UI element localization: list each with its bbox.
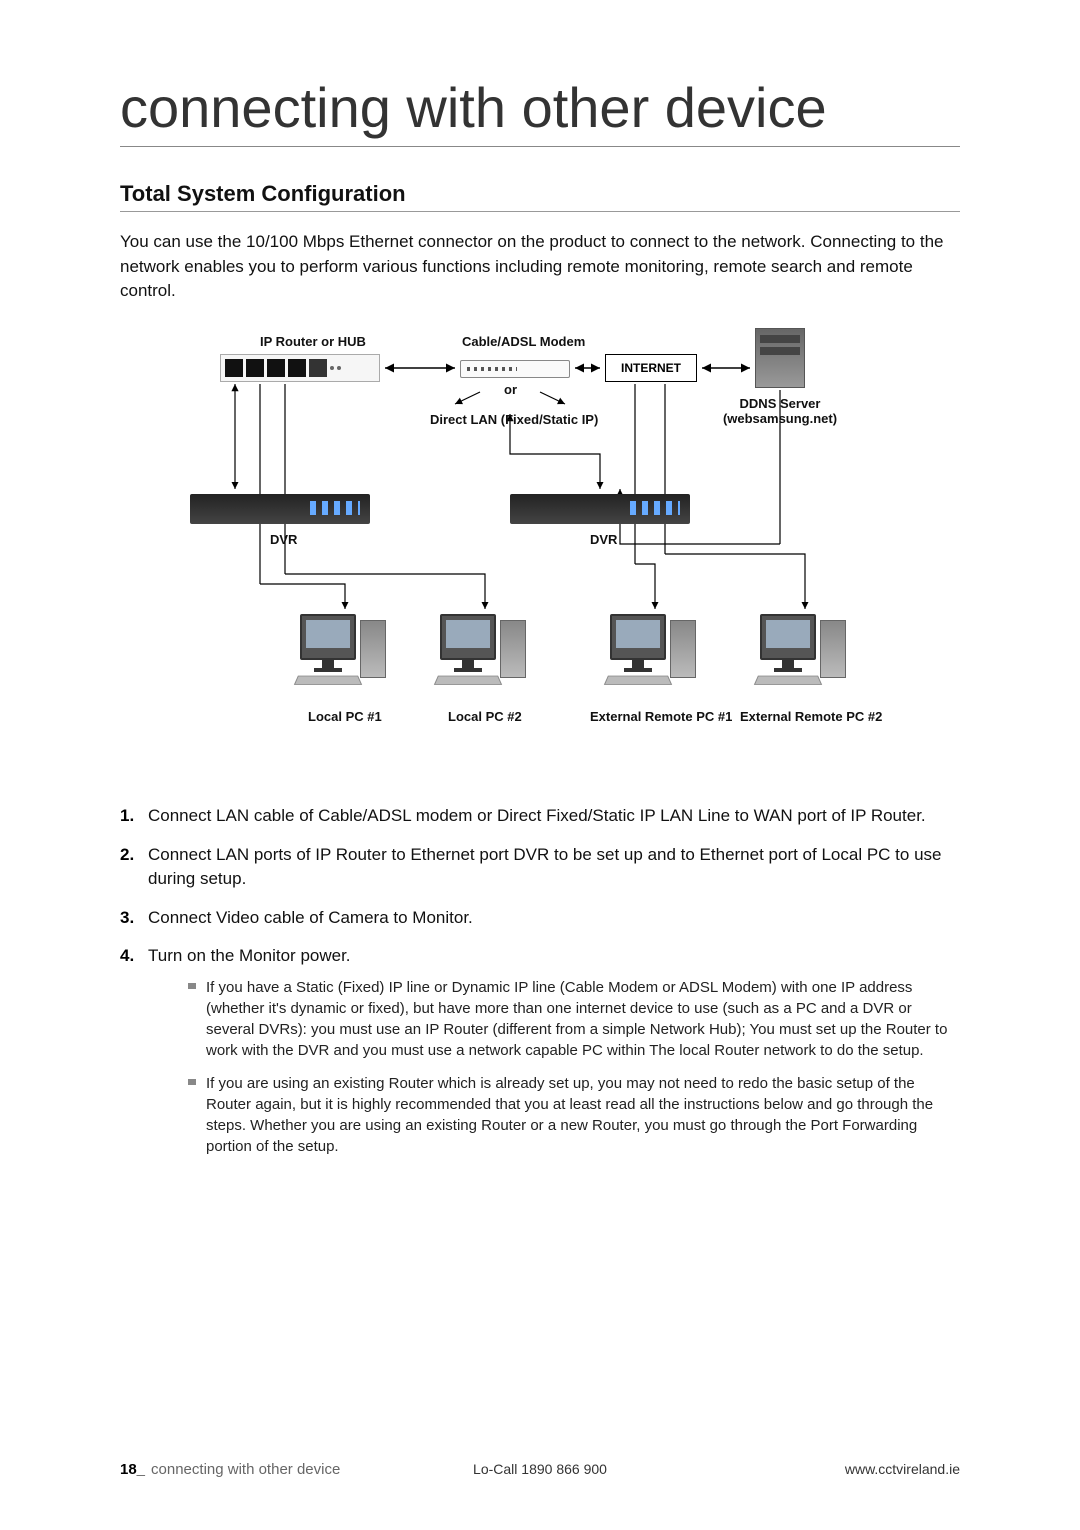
router-label: IP Router or HUB xyxy=(260,334,366,349)
step-1: Connect LAN cable of Cable/ADSL modem or… xyxy=(120,804,960,829)
pc2-label: Local PC #2 xyxy=(448,709,522,724)
modem-icon xyxy=(460,360,570,378)
ddns-label-1: DDNS Server xyxy=(740,396,821,411)
dvr-icon-1 xyxy=(190,494,370,524)
network-diagram: IP Router or HUB Cable/ADSL Modem INTERN… xyxy=(180,334,900,764)
local-pc-1-icon xyxy=(300,614,390,694)
dvr-label-1: DVR xyxy=(270,532,297,547)
footer-phone: Lo-Call 1890 866 900 xyxy=(473,1461,607,1477)
step-2: Connect LAN ports of IP Router to Ethern… xyxy=(120,843,960,892)
steps-list: Connect LAN cable of Cable/ADSL modem or… xyxy=(120,804,960,1157)
local-pc-2-icon xyxy=(440,614,530,694)
direct-lan-label: Direct LAN (Fixed/Static IP) xyxy=(430,412,598,427)
dvr-label-2: DVR xyxy=(590,532,617,547)
footer-title: connecting with other device xyxy=(151,1461,340,1478)
remote-pc-2-icon xyxy=(760,614,850,694)
note-1: If you have a Static (Fixed) IP line or … xyxy=(188,977,960,1061)
step-4-text: Turn on the Monitor power. xyxy=(148,946,351,965)
step-3: Connect Video cable of Camera to Monitor… xyxy=(120,906,960,931)
note-2: If you are using an existing Router whic… xyxy=(188,1073,960,1157)
pc3-label: External Remote PC #1 xyxy=(590,709,732,724)
pc1-label: Local PC #1 xyxy=(308,709,382,724)
ddns-server-icon xyxy=(755,328,805,388)
ddns-label: DDNS Server (websamsung.net) xyxy=(720,396,840,426)
page-number: 18_ xyxy=(120,1461,145,1478)
dvr-icon-2 xyxy=(510,494,690,524)
step-4: Turn on the Monitor power. If you have a… xyxy=(120,944,960,1157)
or-label: or xyxy=(504,382,517,397)
modem-label: Cable/ADSL Modem xyxy=(462,334,585,349)
pc4-label: External Remote PC #2 xyxy=(740,709,882,724)
notes-list: If you have a Static (Fixed) IP line or … xyxy=(148,977,960,1157)
footer-url: www.cctvireland.ie xyxy=(845,1461,960,1477)
page-title: connecting with other device xyxy=(120,75,960,147)
page-footer: 18_ connecting with other device Lo-Call… xyxy=(120,1461,960,1478)
section-title: Total System Configuration xyxy=(120,181,960,212)
internet-box: INTERNET xyxy=(605,354,697,382)
ddns-label-2: (websamsung.net) xyxy=(723,411,837,426)
ip-router-icon xyxy=(220,354,380,382)
intro-paragraph: You can use the 10/100 Mbps Ethernet con… xyxy=(120,230,960,304)
remote-pc-1-icon xyxy=(610,614,700,694)
